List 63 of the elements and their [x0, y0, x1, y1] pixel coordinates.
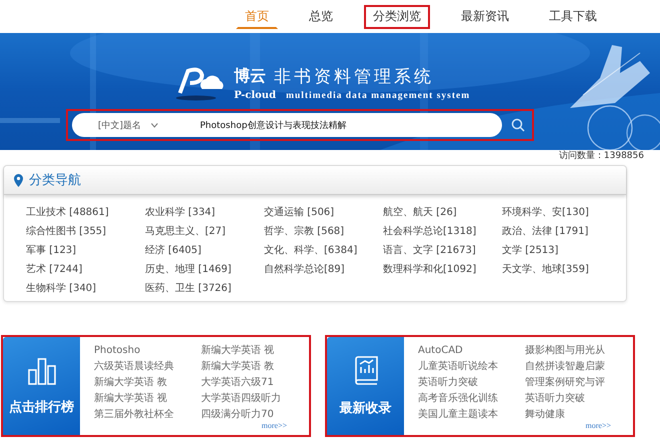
title-link[interactable]: 新编大学英语 教: [201, 360, 301, 373]
logo-icon: [174, 65, 226, 101]
nav-tab[interactable]: 总览: [300, 4, 342, 28]
title-link[interactable]: 管理案例研究与评: [525, 376, 625, 389]
site-subtitle: multimedia data management system: [286, 90, 470, 100]
nav-tab[interactable]: 分类浏览: [364, 4, 430, 28]
title-link[interactable]: 新编大学英语 视: [201, 344, 301, 357]
category-link[interactable]: 历史、地理 [1469]: [145, 264, 264, 276]
category-link[interactable]: 自然科学总论[89]: [264, 264, 383, 276]
category-link[interactable]: 航空、航天 [26]: [383, 207, 502, 219]
caret-icon: [151, 122, 158, 128]
category-link[interactable]: 交通运输 [506]: [264, 207, 383, 219]
category-link[interactable]: 社会科学总论[1318]: [383, 226, 502, 238]
title-link[interactable]: 四级满分听力70: [201, 408, 301, 421]
title-link[interactable]: Photosho: [94, 344, 201, 357]
title-link[interactable]: 大学英语六级71: [201, 376, 301, 389]
panel-tile[interactable]: 点击排行榜: [3, 337, 80, 435]
category-link[interactable]: 艺术 [7244]: [26, 264, 145, 276]
title-link[interactable]: 第三届外教社杯全: [94, 408, 201, 421]
category-link[interactable]: 医药、卫生 [3726]: [145, 283, 264, 295]
nav-tab[interactable]: 最新资讯: [452, 4, 518, 28]
category-link[interactable]: 综合性图书 [355]: [26, 226, 145, 238]
category-link[interactable]: 数理科学和化[1092]: [383, 264, 502, 276]
more-link[interactable]: more>>: [262, 421, 287, 430]
nav-tab[interactable]: 工具下载: [540, 4, 606, 28]
title-link[interactable]: 美国儿童主题读本: [418, 408, 525, 421]
title-link[interactable]: 高考音乐强化训练: [418, 392, 525, 405]
brand-latin-name: P-cloud: [234, 90, 276, 101]
title-link[interactable]: 六级英语晨读经典: [94, 360, 201, 373]
category-link[interactable]: 农业科学 [334]: [145, 207, 264, 219]
category-link[interactable]: 哲学、宗教 [568]: [264, 226, 383, 238]
category-link[interactable]: 天文学、地球[359]: [502, 264, 621, 276]
title-link[interactable]: 新编大学英语 教: [94, 376, 201, 389]
search-icon: [511, 118, 525, 132]
more-link[interactable]: more>>: [586, 421, 611, 430]
field-select[interactable]: [中文]题名: [98, 118, 194, 132]
category-link[interactable]: 政治、法律 [1791]: [502, 226, 621, 238]
title-link[interactable]: 摄影构图与用光从: [525, 344, 625, 357]
title-link[interactable]: 英语听力突破: [418, 376, 525, 389]
title-link[interactable]: 儿童英语听说绘本: [418, 360, 525, 373]
title-link[interactable]: 英语听力突破: [525, 392, 625, 405]
category-link[interactable]: 语言、文字 [21673]: [383, 245, 502, 257]
category-link[interactable]: 工业技术 [48861]: [26, 207, 145, 219]
category-link[interactable]: 文学 [2513]: [502, 245, 621, 257]
category-link[interactable]: 环境科学、安[130]: [502, 207, 621, 219]
panel-title: 分类导航: [29, 172, 81, 189]
category-link[interactable]: 军事 [123]: [26, 245, 145, 257]
visit-count: 访问数量：1398856: [558, 150, 644, 162]
panel-tile[interactable]: 最新收录: [327, 337, 404, 435]
category-link[interactable]: 马克思主义、[27]: [145, 226, 264, 238]
search-field[interactable]: [中文]题名 Photoshop创意设计与表现技法精解: [72, 113, 502, 137]
title-link[interactable]: 舞动健康: [525, 408, 625, 421]
title-link[interactable]: AutoCAD: [418, 344, 525, 357]
category-link[interactable]: 文化、科学、[6384]: [264, 245, 383, 257]
title-link[interactable]: 自然拼读智趣启蒙: [525, 360, 625, 373]
title-link[interactable]: 大学英语四级听力: [201, 392, 301, 405]
title-link[interactable]: 新编大学英语 视: [94, 392, 201, 405]
location-pin-icon: [14, 174, 23, 186]
brand-name: 博云: [234, 66, 266, 87]
category-link[interactable]: 生物科学 [340]: [26, 283, 145, 295]
category-link[interactable]: 经济 [6405]: [145, 245, 264, 257]
site-title: 非书资料管理系统: [274, 66, 434, 88]
bar-chart-icon: [26, 356, 56, 386]
